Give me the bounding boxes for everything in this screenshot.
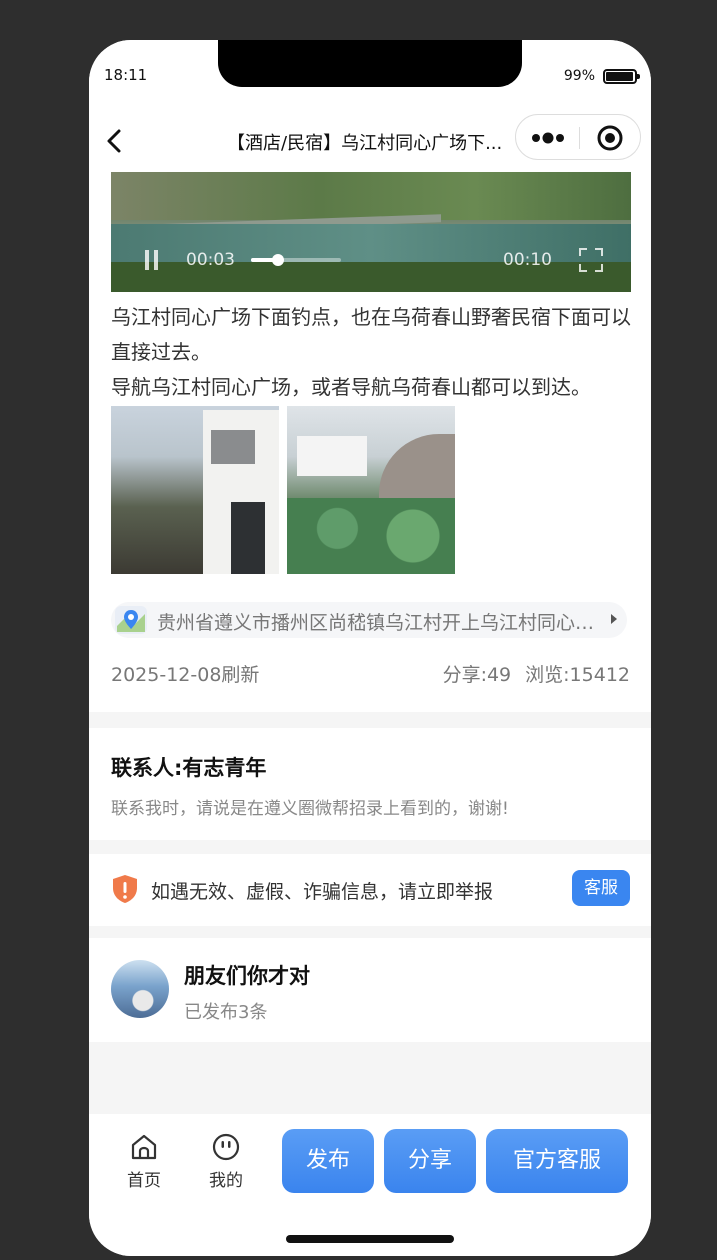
description-line-2: 导航乌江村同心广场，或者导航乌荷春山都可以到达。 <box>111 375 591 399</box>
map-pin-icon <box>115 606 147 634</box>
share-button[interactable]: 分享 <box>384 1129 476 1193</box>
battery-percent: 99% <box>563 68 595 84</box>
photo-thumbnail[interactable] <box>287 406 455 574</box>
back-arrow-icon[interactable] <box>101 126 127 156</box>
refresh-date: 2025-12-08刷新 <box>111 664 260 686</box>
video-frame-hills <box>111 172 631 220</box>
smiley-face-icon <box>212 1133 240 1161</box>
video-progress-thumb[interactable] <box>272 254 284 266</box>
contact-name: 联系人:有志青年 <box>111 756 267 780</box>
capsule-divider <box>579 127 580 149</box>
status-time: 18:11 <box>104 66 148 84</box>
home-icon <box>131 1134 157 1160</box>
tab-home[interactable]: 首页 <box>119 1132 169 1191</box>
photo-door <box>231 502 265 574</box>
battery-icon <box>603 69 640 84</box>
avatar[interactable] <box>111 960 169 1018</box>
publisher-name: 朋友们你才对 <box>184 964 310 988</box>
tab-home-label: 首页 <box>127 1171 161 1191</box>
video-total-time: 00:10 <box>503 250 552 270</box>
chevron-right-icon <box>611 614 617 624</box>
shield-warning-icon <box>113 875 137 903</box>
photo-thumbnail[interactable] <box>111 406 279 574</box>
photo-arch <box>379 434 455 504</box>
location-text: 贵州省遵义市播州区尚嵇镇乌江村开上乌江村同心广场 <box>157 612 597 634</box>
publisher-post-count: 已发布3条 <box>184 1002 268 1023</box>
photo-house <box>297 436 367 476</box>
official-service-button[interactable]: 官方客服 <box>486 1129 628 1193</box>
notch <box>218 40 522 87</box>
more-icon[interactable] <box>530 127 570 149</box>
post-description: 乌江村同心广场下面钓点，也在乌荷春山野奢民宿下面可以直接过去。 导航乌江村同心广… <box>111 300 635 405</box>
description-line-1: 乌江村同心广场下面钓点，也在乌荷春山野奢民宿下面可以直接过去。 <box>111 305 631 364</box>
video-player[interactable]: 00:03 00:10 <box>111 172 631 292</box>
customer-service-button[interactable]: 客服 <box>572 870 630 906</box>
location-row[interactable]: 贵州省遵义市播州区尚嵇镇乌江村开上乌江村同心广场 <box>111 602 627 638</box>
fullscreen-icon[interactable] <box>577 246 605 274</box>
pause-icon[interactable] <box>145 250 159 270</box>
report-text: 如遇无效、虚假、诈骗信息，请立即举报 <box>151 881 494 903</box>
contact-card: 联系人:有志青年 联系我时，请说是在遵义圈微帮招录上看到的，谢谢! <box>89 728 651 840</box>
tab-me-label: 我的 <box>209 1171 243 1191</box>
publisher-card[interactable]: 朋友们你才对 已发布3条 <box>89 938 651 1042</box>
video-progress-bar[interactable] <box>251 254 341 266</box>
publish-button[interactable]: 发布 <box>282 1129 374 1193</box>
tab-me[interactable]: 我的 <box>201 1132 251 1191</box>
contact-note: 联系我时，请说是在遵义圈微帮招录上看到的，谢谢! <box>111 799 509 819</box>
close-target-icon[interactable] <box>596 124 624 152</box>
video-current-time: 00:03 <box>186 250 235 270</box>
page-title: 【酒店/民宿】乌江村同心广场下... <box>227 133 503 154</box>
view-count: 浏览:15412 <box>525 664 630 686</box>
post-card: 00:03 00:10 乌江村同心广场下面钓点，也在乌荷春山野奢民宿下面可以直接… <box>89 172 651 712</box>
phone-frame: 18:11 99% 【酒店/民宿】乌江村同心广场下... 00:03 00:10… <box>89 40 651 1256</box>
nav-bar: 【酒店/民宿】乌江村同心广场下... <box>89 110 651 172</box>
post-stats: 分享:49 浏览:15412 <box>443 660 630 687</box>
report-card: 如遇无效、虚假、诈骗信息，请立即举报 客服 <box>89 854 651 926</box>
mini-program-capsule <box>515 114 641 160</box>
home-indicator <box>286 1235 454 1243</box>
content: 00:03 00:10 乌江村同心广场下面钓点，也在乌荷春山野奢民宿下面可以直接… <box>89 172 651 1042</box>
share-count: 分享:49 <box>442 664 512 686</box>
photo-sign <box>211 430 255 464</box>
photo-lotus <box>287 498 455 574</box>
